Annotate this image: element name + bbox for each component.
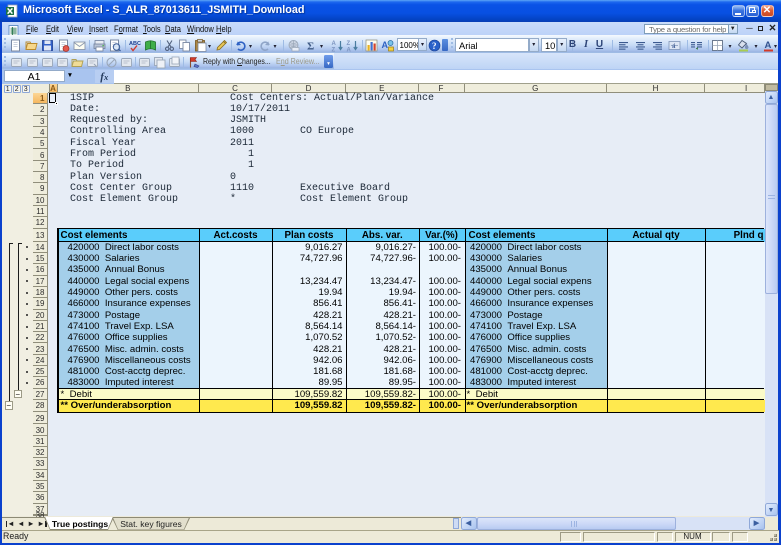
svg-text:Σ: Σ [307, 40, 314, 52]
svg-text:Z: Z [331, 47, 335, 52]
svg-text:A: A [331, 40, 336, 46]
svg-text:ABC: ABC [129, 41, 141, 47]
svg-text:Z: Z [347, 40, 351, 46]
svg-text:A: A [382, 40, 389, 50]
svg-text:?: ? [432, 41, 437, 51]
svg-text:A: A [765, 40, 772, 51]
svg-text:A: A [347, 47, 352, 52]
